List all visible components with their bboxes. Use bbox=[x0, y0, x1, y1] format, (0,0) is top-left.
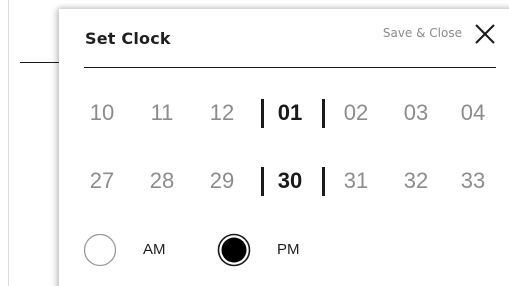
background-page-edge bbox=[8, 0, 9, 286]
hour-picker: 10 11 12 01 02 03 04 bbox=[59, 93, 509, 133]
am-pm-selector: AM PM bbox=[59, 231, 509, 271]
minute-option[interactable]: 27 bbox=[77, 161, 127, 201]
hour-option[interactable]: 10 bbox=[77, 93, 127, 133]
screen: Set Clock Save & Close 10 11 12 01 02 03… bbox=[0, 0, 509, 286]
dialog-header: Set Clock Save & Close bbox=[84, 9, 496, 68]
pm-label: PM bbox=[277, 241, 300, 258]
minute-option[interactable]: 32 bbox=[391, 161, 441, 201]
pm-radio[interactable] bbox=[217, 233, 251, 267]
background-divider bbox=[20, 62, 60, 63]
selection-bar-left bbox=[261, 99, 264, 128]
selection-bar-left bbox=[261, 167, 264, 196]
selection-bar-right bbox=[322, 99, 325, 128]
hour-option[interactable]: 11 bbox=[137, 93, 187, 133]
set-clock-dialog: Set Clock Save & Close 10 11 12 01 02 03… bbox=[59, 9, 509, 286]
am-label: AM bbox=[143, 241, 166, 258]
selection-bar-right bbox=[322, 167, 325, 196]
hour-option[interactable]: 12 bbox=[197, 93, 247, 133]
save-and-close-button[interactable]: Save & Close bbox=[383, 26, 462, 40]
close-icon[interactable] bbox=[474, 23, 496, 45]
minute-option[interactable]: 31 bbox=[331, 161, 381, 201]
hour-option-selected[interactable]: 01 bbox=[265, 93, 315, 133]
radio-icon bbox=[83, 233, 117, 267]
minute-option[interactable]: 33 bbox=[448, 161, 498, 201]
radio-icon bbox=[217, 233, 251, 267]
hour-option[interactable]: 04 bbox=[448, 93, 498, 133]
minute-option[interactable]: 29 bbox=[197, 161, 247, 201]
dialog-title: Set Clock bbox=[85, 29, 171, 48]
hour-option[interactable]: 03 bbox=[391, 93, 441, 133]
minute-option[interactable]: 28 bbox=[137, 161, 187, 201]
minute-option-selected[interactable]: 30 bbox=[265, 161, 315, 201]
minute-picker: 27 28 29 30 31 32 33 bbox=[59, 161, 509, 201]
am-radio[interactable] bbox=[83, 233, 117, 267]
hour-option[interactable]: 02 bbox=[331, 93, 381, 133]
